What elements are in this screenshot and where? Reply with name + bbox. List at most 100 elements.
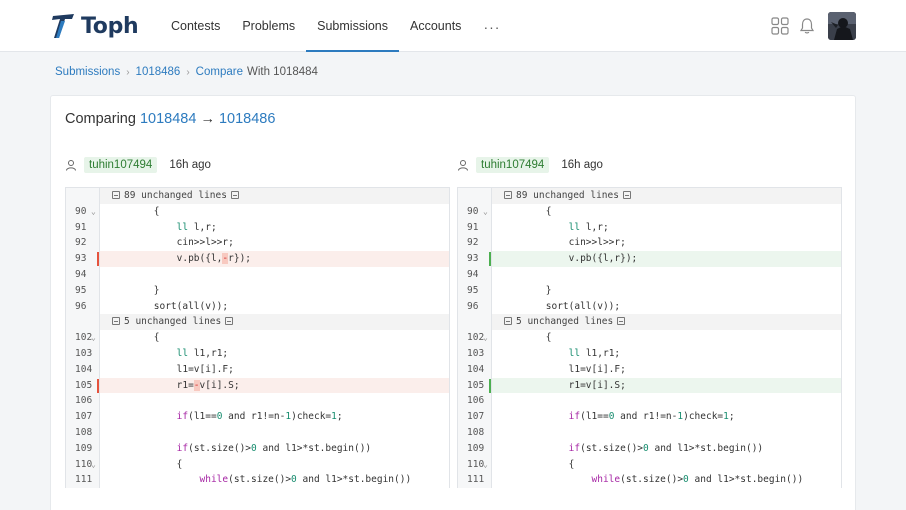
from-submission-link[interactable]: 1018484 — [140, 111, 196, 127]
gutter — [458, 188, 492, 204]
gutter — [66, 314, 100, 331]
breadcrumb: Submissions › 1018486 › Compare With 101… — [55, 66, 318, 78]
topbar-actions — [771, 11, 856, 41]
code-line: 96 sort(all(v)); — [458, 298, 841, 315]
expand-icon — [230, 191, 239, 199]
code-line: 108 — [66, 424, 449, 441]
removed-marker — [97, 252, 99, 267]
line-number: 105 — [458, 377, 492, 394]
nav-problems[interactable]: Problems — [231, 0, 306, 52]
line-number: 102 ⌄ — [66, 330, 100, 346]
line-number: 105 — [66, 377, 100, 394]
chevron-down-icon[interactable]: ⌄ — [483, 204, 488, 220]
code-line: 107 if(l1==0 and r1!=n-1)check=1; — [458, 409, 841, 425]
line-number: 110 ⌄ — [458, 456, 492, 473]
line-number: 94 — [66, 266, 100, 283]
fold-label: 89 unchanged lines — [492, 188, 841, 204]
code-line: 110 ⌄ { — [458, 456, 841, 473]
user-icon — [458, 160, 468, 171]
line-number: 107 — [458, 409, 492, 425]
avatar-image — [828, 12, 856, 40]
nav-accounts[interactable]: Accounts — [399, 0, 472, 52]
line-number: 111 — [458, 472, 492, 489]
left-submission-panel: tuhin107494 16h ago 89 unchanged lines 9… — [65, 154, 450, 489]
diff-view-right: 89 unchanged lines 90 ⌄ { 91 ll l,r; 92 c… — [457, 187, 842, 489]
fold-label: 89 unchanged lines — [100, 188, 449, 204]
chevron-down-icon[interactable]: ⌄ — [91, 330, 96, 346]
chevron-down-icon[interactable]: ⌄ — [483, 330, 488, 346]
brand-name: Toph — [81, 13, 139, 39]
line-number: 92 — [66, 235, 100, 252]
fold-row[interactable]: 5 unchanged lines — [458, 314, 841, 331]
line-number: 93 — [66, 251, 100, 267]
user-avatar[interactable] — [828, 12, 856, 40]
breadcrumb-current: With 1018484 — [246, 66, 318, 78]
code-line: 107 if(l1==0 and r1!=n-1)check=1; — [66, 409, 449, 425]
expand-icon — [617, 317, 626, 326]
page-title: Comparing 1018484 → 1018486 — [65, 111, 275, 127]
code-line: 102 ⌄ { — [66, 330, 449, 346]
code-line: 94 — [458, 266, 841, 283]
expand-icon — [112, 317, 120, 326]
line-number: 106 — [458, 393, 492, 410]
expand-icon — [112, 191, 120, 199]
line-number: 90 ⌄ — [66, 203, 100, 220]
line-number: 109 — [66, 440, 100, 457]
code-line: 103 ll l1,r1; — [458, 345, 841, 362]
fold-row[interactable]: 89 unchanged lines — [458, 188, 841, 204]
expand-icon — [504, 191, 512, 199]
title-prefix: Comparing — [65, 111, 136, 127]
code-line-removed: 105 r1=-v[i].S; — [66, 377, 449, 394]
code-line: 95 } — [66, 282, 449, 299]
line-number: 104 — [458, 361, 492, 378]
code-line: 104 l1=v[i].F; — [66, 361, 449, 378]
line-number: 96 — [66, 298, 100, 315]
submission-meta: tuhin107494 16h ago — [457, 154, 842, 176]
nav-submissions[interactable]: Submissions — [306, 0, 399, 52]
chevron-down-icon[interactable]: ⌄ — [483, 457, 488, 473]
chevron-right-icon: › — [126, 66, 130, 78]
breadcrumb-submissions[interactable]: Submissions — [55, 66, 120, 78]
line-number: 108 — [66, 424, 100, 441]
nav-more-menu[interactable]: ··· — [472, 0, 511, 52]
line-number: 90 ⌄ — [458, 203, 492, 220]
code-line: 96 sort(all(v)); — [66, 298, 449, 315]
code-line: 102 ⌄ { — [458, 330, 841, 346]
apps-grid-icon[interactable] — [771, 17, 789, 35]
submission-meta: tuhin107494 16h ago — [65, 154, 450, 176]
fold-row[interactable]: 89 unchanged lines — [66, 188, 449, 204]
code-line: 111 while(st.size()>0 and l1>*st.begin()… — [66, 472, 449, 489]
nav-contests[interactable]: Contests — [160, 0, 231, 52]
toph-logo[interactable]: Toph — [50, 12, 139, 40]
arrow-right-icon: → — [200, 111, 215, 127]
to-submission-link[interactable]: 1018486 — [219, 111, 275, 127]
code-line: 90 ⌄ { — [458, 203, 841, 220]
chevron-down-icon[interactable]: ⌄ — [91, 457, 96, 473]
main-nav: Contests Problems Submissions Accounts ·… — [160, 0, 511, 52]
line-number: 109 — [458, 440, 492, 457]
expand-icon — [622, 191, 631, 199]
bell-icon[interactable] — [798, 17, 816, 35]
code-line-added: 93 v.pb({l,r}); — [458, 251, 841, 267]
chevron-right-icon: › — [186, 66, 190, 78]
right-submission-panel: tuhin107494 16h ago 89 unchanged lines 9… — [457, 154, 842, 489]
fold-label: 5 unchanged lines — [492, 314, 841, 331]
author-tag[interactable]: tuhin107494 — [84, 157, 158, 173]
line-number: 93 — [458, 251, 492, 267]
code-line: 108 — [458, 424, 841, 441]
fold-label: 5 unchanged lines — [100, 314, 449, 331]
submitted-time: 16h ago — [561, 159, 603, 171]
line-number: 91 — [458, 219, 492, 236]
breadcrumb-compare[interactable]: Compare — [196, 66, 243, 78]
fold-row[interactable]: 5 unchanged lines — [66, 314, 449, 331]
line-number: 95 — [458, 282, 492, 299]
line-number: 96 — [458, 298, 492, 315]
line-number: 107 — [66, 409, 100, 425]
author-tag[interactable]: tuhin107494 — [476, 157, 550, 173]
code-line-removed: 93 v.pb({l,-r}); — [66, 251, 449, 267]
breadcrumb-submission-id[interactable]: 1018486 — [136, 66, 181, 78]
line-number: 103 — [66, 345, 100, 362]
chevron-down-icon[interactable]: ⌄ — [91, 204, 96, 220]
user-icon — [66, 160, 76, 171]
line-number: 106 — [66, 393, 100, 410]
